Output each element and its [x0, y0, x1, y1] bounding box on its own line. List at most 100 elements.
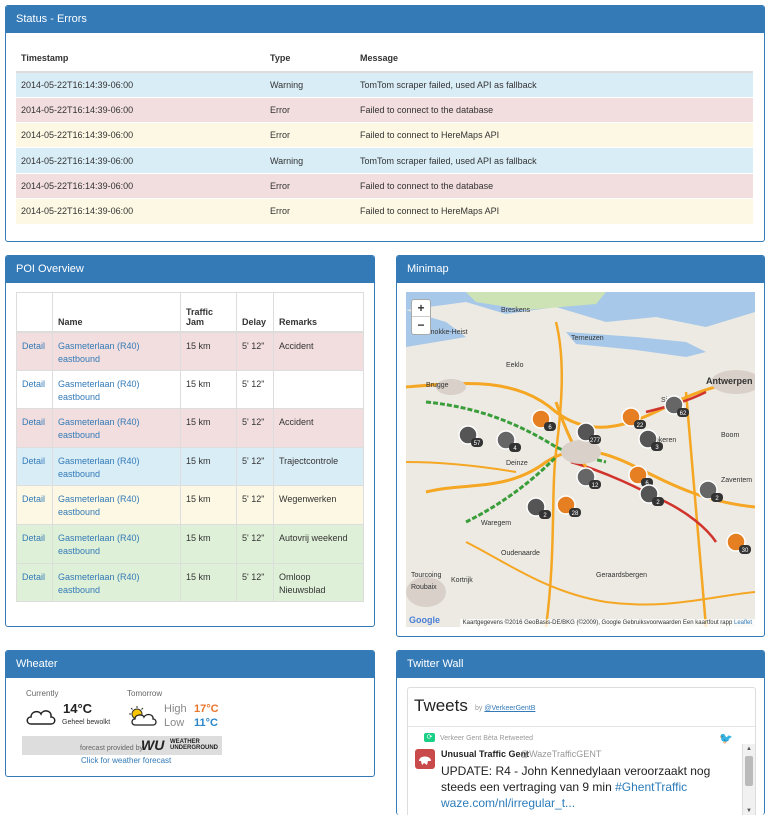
scroll-down-icon[interactable]: ▼: [746, 808, 752, 814]
place-label: Oudenaarde: [501, 550, 540, 557]
detail-link[interactable]: Detail: [22, 494, 45, 504]
tweet-link[interactable]: waze.com/nl/irregular_t...: [441, 796, 575, 810]
currently-label: Currently: [26, 689, 59, 698]
detail-link[interactable]: Detail: [22, 341, 45, 351]
cell-jam: 15 km: [180, 331, 237, 371]
table-row: Detail Gasmeterlaan (R40) eastbound 15 k…: [16, 369, 364, 410]
wunderground-logo: WU: [141, 737, 165, 753]
traffic-cluster-marker[interactable]: 2: [639, 484, 664, 506]
cell-jam: 15 km: [180, 562, 237, 603]
col-type: Type: [265, 44, 355, 73]
place-label: Geraardsbergen: [596, 572, 647, 579]
scroll-thumb[interactable]: [745, 756, 753, 786]
poi-overview-panel: POI Overview Name Traffic Jam Delay Rema…: [5, 255, 375, 627]
table-row: Detail Gasmeterlaan (R40) eastbound 15 k…: [16, 485, 364, 525]
detail-link[interactable]: Detail: [22, 417, 45, 427]
place-label: Brugge: [426, 382, 449, 389]
poi-name-link[interactable]: Gasmeterlaan (R40) eastbound: [58, 572, 140, 595]
retweeted-label: Verkeer Gent Bèta Retweeted: [440, 735, 533, 742]
cell-message: TomTom scraper failed, used API as fallb…: [355, 147, 753, 174]
cell-jam: 15 km: [180, 369, 237, 410]
motorway-e403: [406, 461, 517, 473]
cluster-count: 62: [680, 411, 687, 417]
zoom-out-button[interactable]: −: [412, 317, 430, 334]
map-attribution: Kaartgegevens ©2016 GeoBasis-DE/BKG (©20…: [459, 619, 755, 627]
col-name: Name: [52, 292, 181, 333]
place-label: Boom: [721, 432, 739, 439]
avatar[interactable]: [415, 749, 435, 769]
cell-type: Error: [265, 197, 355, 224]
cell-type: Error: [265, 172, 355, 199]
traffic-cluster-marker[interactable]: 2: [698, 480, 723, 502]
traffic-cluster-marker[interactable]: 6: [628, 465, 653, 487]
place-label: Eeklo: [506, 362, 524, 369]
cell-remarks: Wegenwerken: [273, 485, 364, 525]
poi-name-link[interactable]: Gasmeterlaan (R40) eastbound: [58, 417, 140, 440]
current-desc: Geheel bewolkt: [62, 719, 111, 726]
cluster-count: 277: [590, 438, 601, 444]
cell-timestamp: 2014-05-22T16:14:39-06:00: [16, 197, 265, 224]
google-logo[interactable]: Google: [409, 615, 440, 625]
traffic-cluster-marker[interactable]: 2: [526, 497, 551, 519]
traffic-cluster-marker[interactable]: 28: [556, 495, 581, 517]
tweet-handle[interactable]: @WazeTrafficGENT: [520, 749, 601, 759]
by-label: by: [475, 705, 483, 712]
table-row: 2014-05-22T16:14:39-06:00 Error Failed to …: [16, 96, 753, 123]
detail-link[interactable]: Detail: [22, 533, 45, 543]
cell-remarks: Omloop Nieuwsblad: [273, 562, 364, 603]
minimap-map[interactable]: Knokke-Heist Breskens Terneuzen Brugge Eeklo…: [406, 292, 755, 627]
cluster-count: 57: [474, 441, 481, 447]
detail-link[interactable]: Detail: [22, 572, 45, 582]
motorway-r4-n60: [544, 321, 564, 627]
poi-name-link[interactable]: Gasmeterlaan (R40) eastbound: [58, 494, 140, 517]
detail-link[interactable]: Detail: [22, 379, 45, 389]
retweet-icon: ⟳: [424, 733, 435, 742]
cell-jam: 15 km: [180, 523, 237, 564]
weather-forecast-link[interactable]: Click for weather forecast: [81, 756, 171, 765]
tweets-heading: Tweets: [414, 696, 468, 715]
place-label: Zaventem: [721, 477, 752, 484]
scroll-up-icon[interactable]: ▲: [746, 746, 752, 752]
tweet-author[interactable]: Unusual Traffic Gent: [441, 749, 529, 759]
scrollbar[interactable]: ▲ ▼: [742, 744, 755, 815]
twitter-wall-panel: Twitter Wall Tweets by @VerkeerGentB ⟳ V…: [396, 650, 765, 815]
col-message: Message: [355, 44, 753, 73]
cluster-count: 12: [592, 483, 599, 489]
tomorrow-label: Tomorrow: [127, 689, 163, 698]
cell-delay: 5' 12": [236, 562, 274, 603]
twitter-handle-link[interactable]: @VerkeerGentB: [484, 705, 535, 712]
hashtag-link[interactable]: #GhentTraffic: [615, 780, 687, 794]
cell-delay: 5' 12": [236, 408, 274, 448]
status-errors-panel: Status - Errors Timestamp Type Message 2…: [5, 5, 765, 242]
traffic-cluster-marker[interactable]: 4: [496, 430, 521, 452]
cell-remarks: Accident: [273, 408, 364, 448]
detail-link[interactable]: Detail: [22, 456, 45, 466]
col-detail: [16, 292, 53, 333]
cell-type: Warning: [265, 71, 355, 98]
leaflet-link[interactable]: Leaflet: [734, 620, 752, 626]
twitter-panel-title: Twitter Wall: [397, 651, 764, 678]
cluster-count: 28: [572, 511, 579, 517]
cluster-count: 22: [637, 423, 644, 429]
cell-timestamp: 2014-05-22T16:14:39-06:00: [16, 122, 265, 148]
traffic-cluster-marker[interactable]: 57: [458, 425, 483, 447]
poi-name-link[interactable]: Gasmeterlaan (R40) eastbound: [58, 533, 140, 556]
cell-message: TomTom scraper failed, used API as fallb…: [355, 71, 753, 98]
poi-name-link[interactable]: Gasmeterlaan (R40) eastbound: [58, 341, 140, 364]
motorway-a12: [684, 391, 708, 627]
twitter-bird-icon[interactable]: 🐦: [719, 732, 733, 745]
cell-jam: 15 km: [180, 485, 237, 525]
high-label: High: [164, 703, 187, 715]
place-label: Roubaix: [411, 584, 437, 591]
poi-name-link[interactable]: Gasmeterlaan (R40) eastbound: [58, 456, 140, 479]
poi-name-link[interactable]: Gasmeterlaan (R40) eastbound: [58, 379, 140, 402]
provider-text: forecast provided by: [80, 745, 144, 752]
traffic-cluster-marker[interactable]: 6: [531, 409, 556, 431]
map-canvas[interactable]: Knokke-Heist Breskens Terneuzen Brugge Eeklo…: [406, 292, 755, 627]
place-label: Deinze: [506, 460, 528, 467]
traffic-cluster-marker[interactable]: 30: [726, 532, 751, 554]
minimap-panel: Minimap Knokke-Heist Breskens Terneuzen …: [396, 255, 765, 637]
wunderground-banner[interactable]: forecast provided by WU WEATHER UNDERGRO…: [22, 736, 222, 755]
cell-delay: 5' 12": [236, 369, 274, 410]
zoom-in-button[interactable]: +: [412, 300, 430, 317]
